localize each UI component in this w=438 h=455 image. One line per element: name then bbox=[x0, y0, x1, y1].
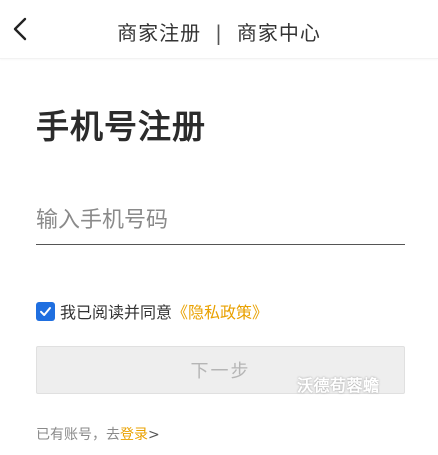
agreement-row: 我已阅读并同意 《隐私政策》 bbox=[36, 300, 268, 322]
agreement-text: 我已阅读并同意 bbox=[60, 303, 173, 322]
header-bar: 商家注册 | 商家中心 bbox=[0, 0, 438, 59]
header-title-right: 商家中心 bbox=[236, 21, 321, 45]
watermark-text: 沃德苟蓉蟾 bbox=[297, 376, 380, 395]
login-prompt: 已有账号，去登录> bbox=[36, 424, 160, 444]
phone-number-input[interactable] bbox=[36, 196, 405, 245]
privacy-policy-link[interactable]: 《隐私政策》 bbox=[172, 299, 268, 323]
checkmark-icon bbox=[40, 306, 51, 316]
agreement-checkbox[interactable] bbox=[36, 301, 55, 321]
login-arrow: > bbox=[148, 427, 160, 443]
header-title: 商家注册 | 商家中心 bbox=[0, 17, 438, 46]
page-title: 手机号注册 bbox=[36, 107, 206, 146]
header-title-left: 商家注册 bbox=[117, 21, 202, 45]
register-page: 商家注册|商家中心 手机号注册 我已阅读并同意 《隐私政策》 下一步 沃德苟蓉蟾… bbox=[0, 0, 438, 455]
login-prompt-text: 已有账号，去 bbox=[36, 427, 120, 443]
login-link[interactable]: 登录 bbox=[120, 427, 148, 443]
header-separator: | bbox=[215, 21, 223, 45]
